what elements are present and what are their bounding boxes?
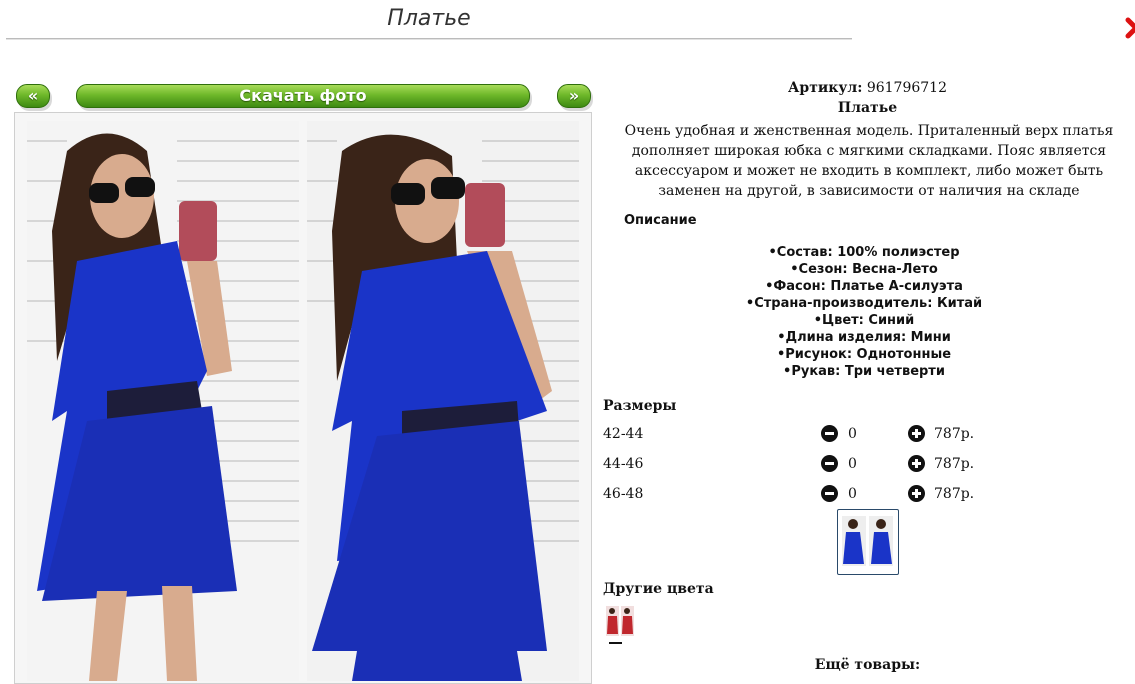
size-label: 46-48 (603, 486, 644, 502)
plus-circle-icon[interactable] (908, 425, 925, 442)
attribute-list: Состав: 100% полиэстер Сезон: Весна-Лето… (600, 244, 1128, 380)
list-item: Длина изделия: Мини (600, 329, 1128, 346)
download-photo-button[interactable]: Скачать фото (76, 84, 530, 108)
close-button[interactable] (1124, 16, 1135, 40)
product-photo (14, 112, 592, 684)
photo-thumbnail[interactable] (837, 509, 899, 575)
minus-circle-icon[interactable] (821, 425, 838, 442)
color-variant-red[interactable] (605, 606, 635, 636)
sku: Артикул: 961796712 (600, 80, 1135, 96)
size-price: 787р. (934, 486, 975, 502)
thumbnail-image (842, 516, 893, 566)
title-divider (6, 38, 852, 40)
size-label: 44-46 (603, 456, 644, 472)
quantity-value: 0 (848, 456, 857, 472)
separator-dash (609, 642, 622, 644)
quantity-value: 0 (848, 426, 857, 442)
list-item: Рукав: Три четверти (600, 363, 1128, 380)
size-row: 44-46 0 787р. (603, 454, 1003, 474)
description-heading: Описание (624, 213, 697, 228)
next-photo-button[interactable]: » (557, 84, 591, 108)
sku-value: 961796712 (866, 80, 947, 96)
minus-circle-icon[interactable] (821, 455, 838, 472)
sku-label: Артикул: (788, 80, 863, 96)
product-name: Платье (837, 100, 898, 116)
product-photo-right (307, 121, 579, 681)
page-title: Платье (387, 6, 471, 31)
list-item: Цвет: Синий (600, 312, 1128, 329)
list-item: Сезон: Весна-Лето (600, 261, 1128, 278)
size-price: 787р. (934, 456, 975, 472)
product-description: Очень удобная и женственная модель. Прит… (624, 123, 1114, 199)
size-row: 42-44 0 787р. (603, 424, 1003, 444)
close-icon (1125, 17, 1135, 39)
size-label: 42-44 (603, 426, 644, 442)
minus-circle-icon[interactable] (821, 485, 838, 502)
sizes-heading: Размеры (603, 398, 677, 414)
list-item: Фасон: Платье А-силуэта (600, 278, 1128, 295)
prev-photo-button[interactable]: « (16, 84, 50, 108)
product-photo-left (27, 121, 299, 681)
plus-circle-icon[interactable] (908, 485, 925, 502)
size-price: 787р. (934, 426, 975, 442)
more-products-heading: Ещё товары: (814, 657, 921, 673)
color-variant-image (606, 606, 634, 636)
quantity-value: 0 (848, 486, 857, 502)
list-item: Состав: 100% полиэстер (600, 244, 1128, 261)
size-row: 46-48 0 787р. (603, 484, 1003, 504)
list-item: Рисунок: Однотонные (600, 346, 1128, 363)
other-colors-heading: Другие цвета (603, 581, 714, 597)
plus-circle-icon[interactable] (908, 455, 925, 472)
list-item: Страна-производитель: Китай (600, 295, 1128, 312)
